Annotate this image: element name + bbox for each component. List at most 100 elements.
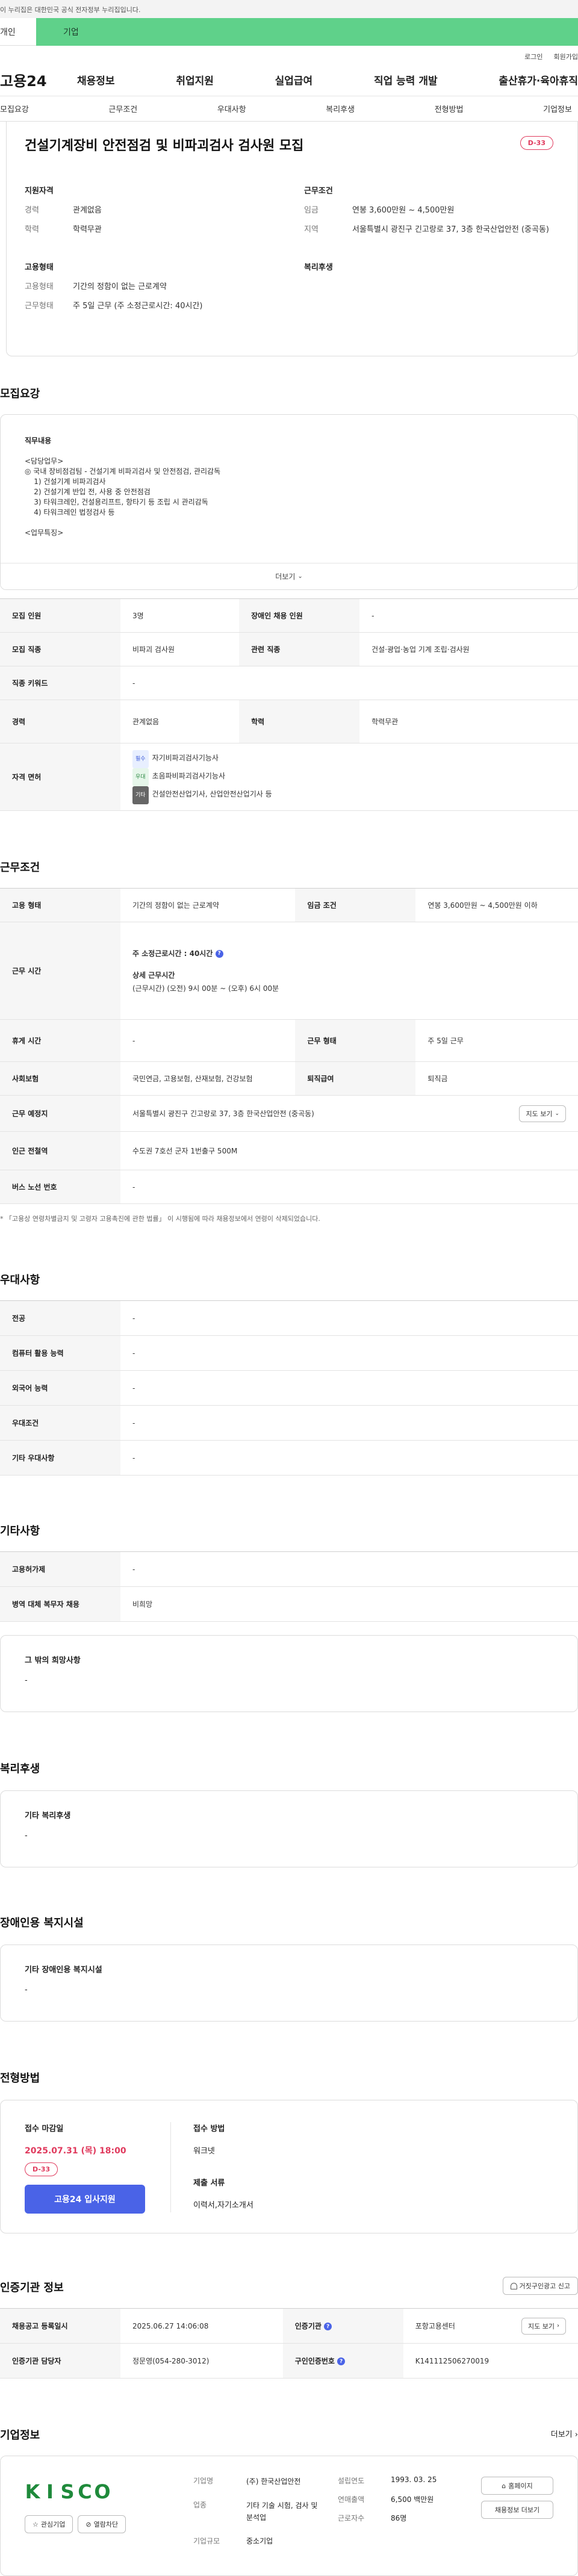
cond-key: 지역 — [304, 225, 319, 234]
subnav-recruit[interactable]: 모집요강 — [0, 103, 29, 114]
gnb-jobs[interactable]: 채용정보 — [77, 72, 115, 87]
subnav-work[interactable]: 근무조건 — [108, 103, 137, 114]
disabled-value: - — [359, 598, 578, 633]
staff-label: 인증기관 담당자 — [0, 2343, 120, 2379]
staff-value: 정문영(054-280-3012) — [120, 2343, 283, 2379]
map-button[interactable]: 지도 보기 ⌄ — [519, 1105, 566, 1122]
hours-weekly-row: 주 소정근로시간 : 40시간 ? — [132, 947, 566, 960]
tab-person[interactable]: 개인 — [0, 18, 36, 46]
table-row: 기타 우대사항 - — [0, 1440, 578, 1476]
home-icon: ⌂ — [502, 2481, 506, 2490]
info-icon[interactable]: ? — [324, 2323, 332, 2330]
subnav-company[interactable]: 기업정보 — [543, 103, 572, 114]
company-title: 기업정보 — [0, 2429, 40, 2442]
favorite-button[interactable]: ☆ 관심기업 — [25, 2515, 73, 2533]
hours-label: 근무 시간 — [0, 922, 120, 1020]
cert-title: 인증기관 정보 — [0, 2282, 64, 2294]
util-links: 로그인 회원가입 — [0, 46, 578, 64]
hours-detail-head: 상세 근무시간 — [132, 970, 175, 979]
license-name: 건설안전산업기사, 산업안전산업기사 등 — [152, 789, 272, 798]
report-button[interactable]: 거짓구인광고 신고 — [502, 2277, 578, 2295]
welfare-head: 복리후생 — [304, 263, 333, 272]
global-nav: 고용24 채용정보 취업지원 실업급여 직업 능력 개발 출산휴가·육아휴직 — [0, 64, 578, 96]
docs-head: 제출 서류 — [193, 2179, 225, 2188]
cond-row: 임금 연봉 3,600만원 ~ 4,500만원 — [304, 205, 559, 216]
headcount-label: 모집 인원 — [0, 598, 120, 633]
table-row: 모집 직종 비파괴 검사원 관련 직종 건설·광업·농업 기계 조립·검사원 — [0, 632, 578, 666]
gnb-vocational-training[interactable]: 직업 능력 개발 — [374, 72, 438, 87]
org-label-text: 인증기관 — [294, 2322, 322, 2330]
cert-section: 인증기관 정보 거짓구인광고 신고 채용공고 등록일시 2025.06.27 1… — [0, 2277, 578, 2379]
career-value: 관계없음 — [120, 700, 240, 743]
etc-table: 고용허가제 - 병역 대체 복무자 채용 비희망 — [0, 1551, 578, 1622]
etc-section: 기타사항 고용허가제 - 병역 대체 복무자 채용 비희망 그 밖의 희망사항 - — [0, 1522, 578, 1712]
method-block: 접수 방법 워크넷 제출 서류 이력서,자기소개서 — [193, 2122, 253, 2210]
age-notice: * 「고용상 연령차별금지 및 고령자 고용촉진에 관한 법률」 이 시행됨에 … — [0, 1215, 320, 1223]
pref-value: - — [120, 1405, 578, 1441]
company-jobs-button[interactable]: 채용정보 더보기 — [481, 2501, 553, 2519]
chevron-down-icon: ⌄ — [297, 573, 303, 580]
more-button[interactable]: 더보기 ⌄ — [1, 563, 577, 589]
other-wish-card: 그 밖의 희망사항 - — [0, 1635, 578, 1712]
qual-row: 학력 학력무관 — [25, 225, 280, 235]
company-more-link[interactable]: 더보기 › — [551, 2428, 578, 2439]
license-label: 자격 면허 — [0, 743, 120, 811]
duty-line: <업무특징> — [25, 529, 64, 537]
summary-conditions: 근무조건 임금 연봉 3,600만원 ~ 4,500만원 지역 서울특별시 광진구 … — [304, 184, 559, 244]
subnav-pref[interactable]: 우대사항 — [217, 103, 246, 114]
org-cell: 포항고용센터 지도 보기 › — [403, 2308, 578, 2344]
sales-label: 연매출액 — [338, 2495, 365, 2504]
star-icon: ☆ — [33, 2520, 39, 2528]
summary-employment: 고용형태 고용형태 기간의 정함이 없는 근로계약 근무형태 주 5일 근무 (주 … — [25, 261, 280, 320]
table-row: 컴퓨터 활용 능력 - — [0, 1335, 578, 1371]
subway-value: 수도권 7호선 군자 1번출구 500M — [120, 1131, 578, 1170]
org-map-button[interactable]: 지도 보기 › — [521, 2317, 566, 2335]
pref-label: 전공 — [0, 1300, 120, 1336]
qual-value: 관계없음 — [73, 206, 102, 215]
emp-key: 근무형태 — [25, 302, 54, 311]
logo-letter: C — [78, 2480, 92, 2503]
num-label-text: 구인인증번호 — [294, 2357, 335, 2365]
homepage-label: 홈페이지 — [508, 2482, 533, 2490]
disabled-title: 장애인용 복지시설 — [0, 1917, 84, 1929]
gnb-parental-leave[interactable]: 출산휴가·육아휴직 — [499, 72, 578, 87]
qual-key: 경력 — [25, 206, 39, 215]
duty-text: <담당업무> ◎ 국내 장비점검팀 - 건설기계 비파괴검사 및 안전점검, 관리… — [25, 456, 553, 538]
emp-row: 근무형태 주 5일 근무 (주 소정근로시간: 40시간) — [25, 301, 280, 312]
gnb-unemployment-benefit[interactable]: 실업급여 — [275, 72, 313, 87]
login-link[interactable]: 로그인 — [524, 52, 542, 64]
pref-label: 기타 우대사항 — [0, 1440, 120, 1476]
emp-key: 고용형태 — [25, 282, 54, 291]
duty-line: 1) 건설기계 비파괴검사 — [25, 477, 106, 486]
etc-value: - — [120, 1551, 578, 1587]
emp-type-value: 기간의 정함이 없는 근로계약 — [120, 888, 296, 922]
block-label: 열람차단 — [93, 2521, 119, 2528]
site-logo[interactable]: 고용24 — [0, 69, 77, 90]
org-value: 포항고용센터 — [415, 2322, 455, 2330]
chevron-down-icon: ⌄ — [555, 1110, 559, 1117]
tab-company[interactable]: 기업 — [36, 18, 578, 46]
docs-value: 이력서,자기소개서 — [193, 2201, 253, 2210]
welfare-section: 복리후생 기타 복리후생 - — [0, 1760, 578, 1867]
selection-section: 전형방법 접수 마감일 2025.07.31 (목) 18:00 D-33 고용… — [0, 2070, 578, 2233]
pref-title: 우대사항 — [0, 1274, 40, 1286]
divider — [170, 2122, 171, 2212]
emp-head: 고용형태 — [25, 263, 54, 272]
license-name: 자기비파괴검사기능사 — [152, 753, 219, 762]
apply-button[interactable]: 고용24 입사지원 — [25, 2185, 145, 2214]
gnb-employment-support[interactable]: 취업지원 — [176, 72, 214, 87]
chevron-right-icon: › — [557, 2323, 559, 2329]
cond-key: 임금 — [304, 206, 319, 215]
industry-value: 기타 기술 시험, 검사 및 분석업 — [246, 2501, 318, 2522]
logo-letter: O — [94, 2480, 111, 2503]
signup-link[interactable]: 회원가입 — [554, 52, 578, 64]
homepage-button[interactable]: ⌂ 홈페이지 — [481, 2477, 553, 2495]
info-icon[interactable]: ? — [337, 2357, 346, 2365]
block-button[interactable]: ⊘ 열람차단 — [78, 2515, 126, 2533]
info-icon[interactable]: ? — [215, 949, 223, 958]
table-row: 고용 형태 기간의 정함이 없는 근로계약 임금 조건 연봉 3,600만원 ~… — [0, 888, 578, 922]
subnav-welfare[interactable]: 복리후생 — [326, 103, 355, 114]
company-details-right: 설립연도 1993. 03. 25 연매출액 6,500 백만원 근로자수 86명 — [338, 2475, 458, 2523]
subnav-selection[interactable]: 전형방법 — [435, 103, 464, 114]
emp-type-label: 고용 형태 — [0, 888, 120, 922]
